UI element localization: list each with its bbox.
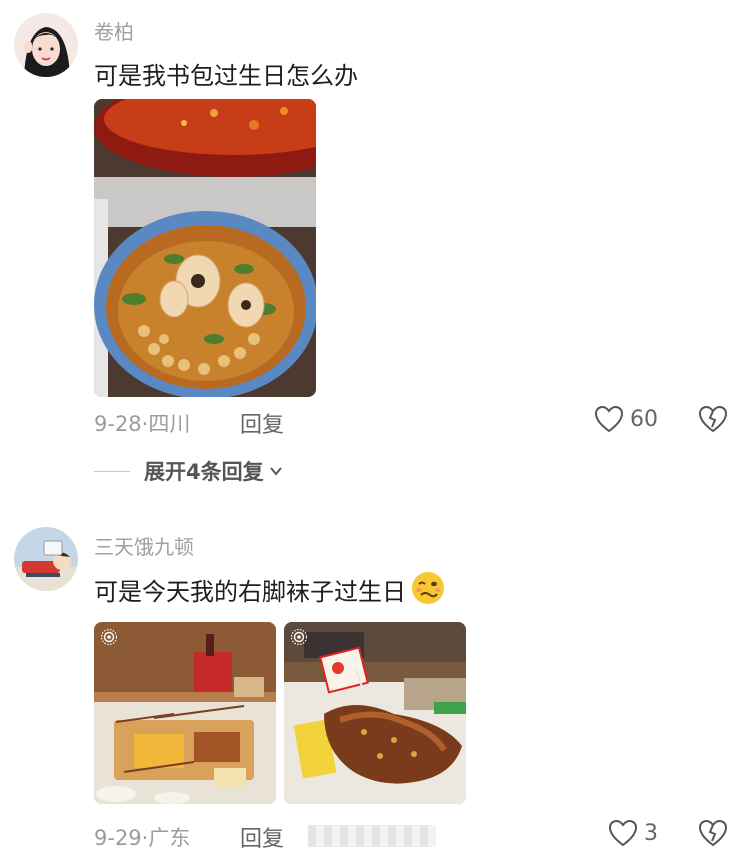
divider (94, 470, 130, 472)
heart-outline-icon (608, 819, 638, 847)
comment-text[interactable]: 可是今天我的右脚袜子过生日 (94, 570, 446, 612)
username[interactable]: 三天饿九顿 (94, 531, 194, 560)
expand-replies-label: 展开4条回复 (144, 460, 264, 484)
expand-replies-button[interactable]: 展开4条回复 (94, 456, 284, 486)
dislike-button[interactable] (698, 819, 728, 851)
comment-date-location: 9-28·四川 (94, 412, 191, 436)
avatar[interactable] (14, 13, 78, 77)
watermark (308, 825, 436, 847)
reply-button[interactable]: 回复 (240, 407, 284, 439)
comment-text-content: 可是今天我的右脚袜子过生日 (94, 578, 406, 606)
broken-heart-icon (698, 405, 728, 433)
heart-outline-icon (594, 405, 624, 433)
username[interactable]: 卷柏 (94, 16, 134, 45)
reply-button[interactable]: 回复 (240, 821, 284, 853)
chevron-down-icon (269, 467, 282, 476)
woozy-face-emoji (410, 570, 446, 612)
comment-photo[interactable] (94, 622, 276, 804)
like-button[interactable]: 60 (594, 405, 658, 433)
like-button[interactable]: 3 (608, 819, 658, 847)
like-count: 3 (644, 820, 658, 846)
live-photo-icon (290, 628, 308, 646)
comment-text[interactable]: 可是我书包过生日怎么办 (94, 56, 358, 91)
comment-photo[interactable] (284, 622, 466, 804)
avatar[interactable] (14, 527, 78, 591)
broken-heart-icon (698, 819, 728, 847)
comment-date-location: 9-29·广东 (94, 826, 191, 850)
comment-photo[interactable] (94, 99, 316, 397)
dislike-button[interactable] (698, 405, 728, 437)
like-count: 60 (630, 406, 658, 432)
live-photo-icon (100, 628, 118, 646)
